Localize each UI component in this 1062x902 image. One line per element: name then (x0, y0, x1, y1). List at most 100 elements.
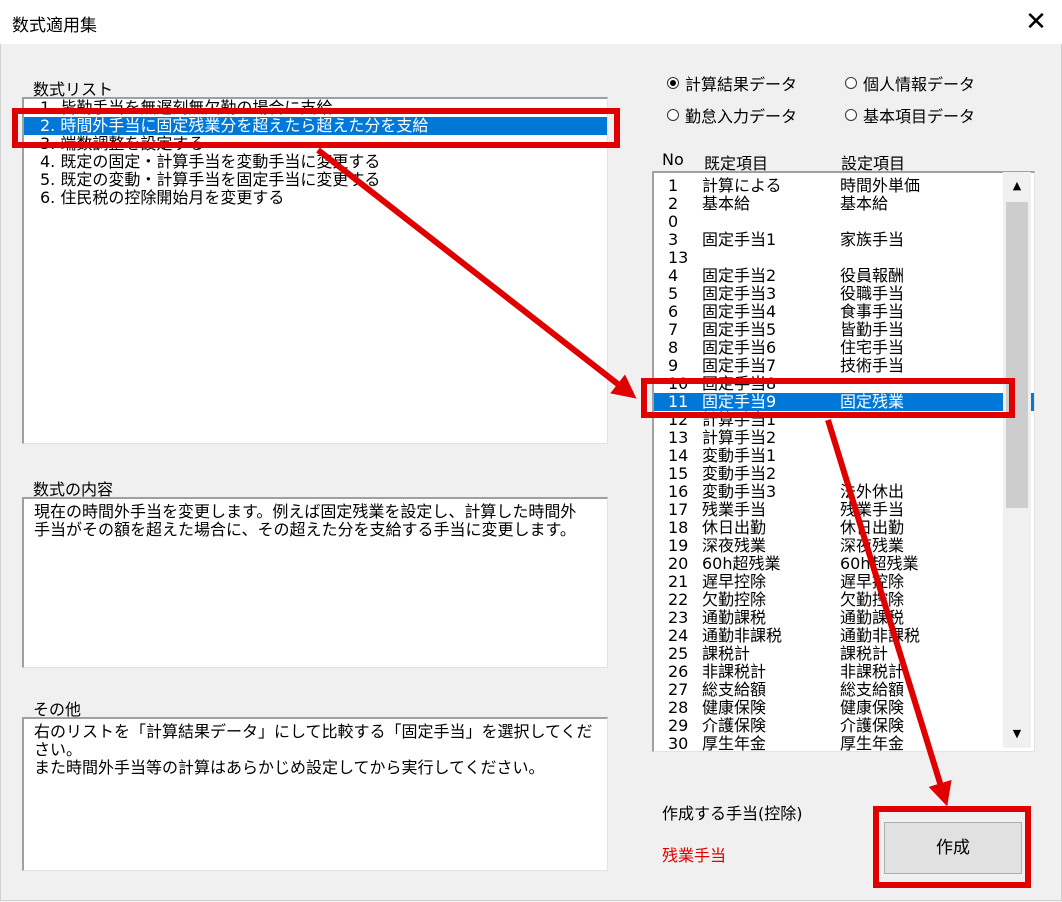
row-setting-item: 皆勤手当 (840, 320, 905, 339)
row-no: 9 (668, 356, 679, 375)
row-setting-item: 通勤非課税 (840, 626, 921, 645)
list-row[interactable]: 15 変動手当2 (654, 465, 1034, 483)
row-default-item: 遅早控除 (702, 572, 767, 591)
radio-dot[interactable] (667, 109, 679, 121)
row-default-item: 変動手当3 (702, 482, 777, 501)
row-no: 3 (668, 230, 679, 249)
list-row[interactable]: 18 休日出勤 休日出勤 (654, 519, 1034, 537)
list-row[interactable]: 17 残業手当 残業手当 (654, 501, 1034, 519)
radio-calc-result[interactable]: 計算結果データ (667, 71, 797, 95)
list-row[interactable]: 5 固定手当3 役職手当 (654, 285, 1034, 303)
list-row[interactable]: 7 固定手当5 皆勤手当 (654, 321, 1034, 339)
row-no: 29 (668, 716, 689, 735)
row-default-item: 固定手当6 (702, 338, 777, 357)
header-no: No (662, 150, 684, 169)
row-no: 2 (668, 194, 679, 213)
list-row[interactable]: 22 欠勤控除 欠勤控除 (654, 591, 1034, 609)
list-row[interactable]: 19 深夜残業 深夜残業 (654, 537, 1034, 555)
row-default-item: 固定手当2 (702, 266, 777, 285)
row-default-item: 厚生年金 (702, 734, 767, 752)
list-row[interactable]: 23 通勤課税 通勤課税 (654, 609, 1034, 627)
list-row[interactable]: 29 介護保険 介護保険 (654, 717, 1034, 735)
row-default-item: 総支給額 (702, 680, 767, 699)
formula-list[interactable]: 1. 皆勤手当を無遅刻無欠勤の場合に支給 2. 時間外手当に固定残業分を超えたら超… (22, 97, 608, 444)
row-no: 4 (668, 266, 679, 285)
row-default-item: 欠勤控除 (702, 590, 767, 609)
list-row[interactable]: 9 固定手当7 技術手当 (654, 357, 1034, 375)
list-row[interactable]: 21 遅早控除 遅早控除 (654, 573, 1034, 591)
row-default-item: 変動手当1 (702, 446, 777, 465)
radio-basic-items[interactable]: 基本項目データ (845, 103, 975, 127)
list-row[interactable]: 26 非課税計 非課税計 (654, 663, 1034, 681)
formula-list-item[interactable]: 5. 既定の変動・計算手当を固定手当に変更する (24, 171, 607, 189)
row-setting-item: 住宅手当 (840, 338, 905, 357)
row-no: 19 (668, 536, 689, 555)
row-no: 26 (668, 662, 689, 681)
list-row[interactable]: 0 (654, 213, 1034, 231)
radio-personal-info[interactable]: 個人情報データ (845, 71, 975, 95)
row-setting-item: 介護保険 (840, 716, 905, 735)
row-no: 18 (668, 518, 689, 537)
item-list-scrollbar[interactable]: ▲ ▼ (1003, 172, 1031, 748)
radio-dot[interactable] (845, 109, 857, 121)
row-setting-item: 休日出勤 (840, 518, 905, 537)
row-default-item: 固定手当5 (702, 320, 777, 339)
list-row[interactable]: 25 課税計 課税計 (654, 645, 1034, 663)
scroll-up-icon[interactable]: ▲ (1003, 172, 1031, 200)
content-textbox[interactable]: 現在の時間外手当を変更します。例えば固定残業を設定し、計算した時間外 手当がその… (22, 497, 608, 668)
list-row[interactable]: 3 固定手当1 家族手当 (654, 231, 1034, 249)
row-no: 27 (668, 680, 689, 699)
row-no: 22 (668, 590, 689, 609)
list-row[interactable]: 6 固定手当4 食事手当 (654, 303, 1034, 321)
list-row[interactable]: 4 固定手当2 役員報酬 (654, 267, 1034, 285)
row-setting-item: 欠勤控除 (840, 590, 905, 609)
list-row[interactable]: 13 計算手当2 (654, 429, 1034, 447)
list-row[interactable]: 1 計算による 時間外単価 (654, 177, 1034, 195)
radio-dot[interactable] (845, 77, 857, 89)
row-default-item: 計算手当2 (702, 428, 777, 447)
row-setting-item: 法外休出 (840, 482, 905, 501)
list-row[interactable]: 8 固定手当6 住宅手当 (654, 339, 1034, 357)
list-row[interactable]: 16 変動手当3 法外休出 (654, 483, 1034, 501)
formula-list-item[interactable]: 4. 既定の固定・計算手当を変動手当に変更する (24, 153, 607, 171)
row-no: 21 (668, 572, 689, 591)
item-list[interactable]: 1 計算による 時間外単価 2 基本給 基本給 0 3 固定手当1 家族手当 13 4 固定手当2 役員報… (652, 171, 1035, 752)
row-default-item: 固定手当3 (702, 284, 777, 303)
list-row[interactable]: 30 厚生年金 厚生年金 (654, 735, 1034, 752)
row-default-item: 課税計 (702, 644, 751, 663)
row-no: 25 (668, 644, 689, 663)
list-row[interactable]: 27 総支給額 総支給額 (654, 681, 1034, 699)
row-setting-item: 通勤課税 (840, 608, 905, 627)
list-row[interactable]: 24 通勤非課税 通勤非課税 (654, 627, 1034, 645)
radio-dot[interactable] (667, 77, 679, 89)
create-target-value: 残業手当 (662, 846, 727, 865)
close-icon[interactable]: ✕ (1018, 4, 1054, 40)
row-no: 8 (668, 338, 679, 357)
formula-list-item[interactable]: 6. 住民税の控除開始月を変更する (24, 189, 607, 207)
row-no: 20 (668, 554, 689, 573)
row-setting-item: 基本給 (840, 194, 889, 213)
annotation-box-item (641, 378, 1015, 418)
scroll-down-icon[interactable]: ▼ (1003, 720, 1031, 748)
content-line: 手当がその額を超えた場合に、その超えた分を支給する手当に変更します。 (34, 520, 576, 539)
row-default-item: 固定手当1 (702, 230, 777, 249)
scroll-thumb[interactable] (1006, 202, 1028, 508)
list-row[interactable]: 14 変動手当1 (654, 447, 1034, 465)
radio-attendance-input[interactable]: 勤怠入力データ (667, 103, 797, 127)
row-setting-item: 食事手当 (840, 302, 905, 321)
row-default-item: 通勤非課税 (702, 626, 783, 645)
row-default-item: 基本給 (702, 194, 751, 213)
row-no: 30 (668, 734, 689, 752)
annotation-box-formula (12, 108, 620, 148)
row-default-item: 60h超残業 (702, 554, 781, 573)
row-no: 14 (668, 446, 689, 465)
list-row[interactable]: 2 基本給 基本給 (654, 195, 1034, 213)
other-textbox[interactable]: 右のリストを「計算結果データ」にして比較する「固定手当」を選択してください。 ま… (22, 717, 608, 871)
row-no: 0 (668, 212, 679, 231)
row-setting-item: 非課税計 (840, 662, 905, 681)
list-row[interactable]: 20 60h超残業 60h超残業 (654, 555, 1034, 573)
row-no: 23 (668, 608, 689, 627)
row-setting-item: 60h超残業 (840, 554, 919, 573)
list-row[interactable]: 28 健康保険 健康保険 (654, 699, 1034, 717)
list-row[interactable]: 13 (654, 249, 1034, 267)
